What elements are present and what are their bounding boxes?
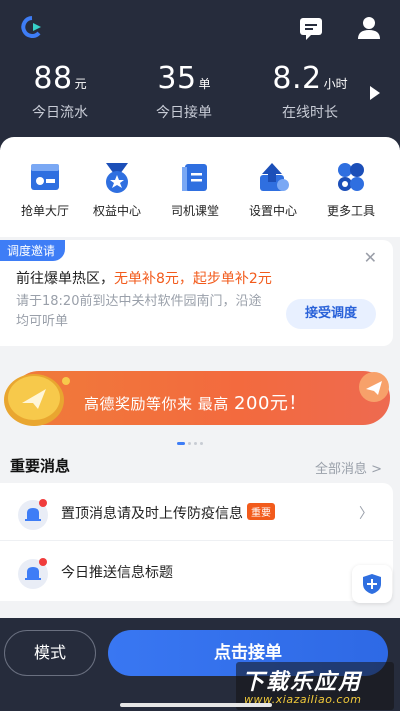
stat-value: 88 [33,61,73,96]
carousel-dot[interactable] [188,442,191,445]
dispatch-tag: 调度邀请 [0,240,66,261]
profile-icon[interactable] [356,15,382,41]
stat-label: 今日流水 [32,105,88,121]
menu-item-driver-class[interactable]: 司机课堂 [160,160,230,219]
dispatch-title-highlight: 无单补8元，起步单补2元 [114,271,272,287]
home-indicator[interactable] [120,703,272,707]
promo-banner[interactable]: 高德奖励等你来 最高 200元！ [0,365,400,435]
messages-card: 置顶消息请及时上传防疫信息 重要 〉 今日推送信息标题 [0,483,393,601]
message-title: 置顶消息请及时上传防疫信息 [61,506,243,522]
menu-label: 司机课堂 [170,204,219,218]
messages-section-title: 重要消息 [10,457,71,475]
dispatch-invite-card: 调度邀请 ✕ 前往爆单热区，无单补8元，起步单补2元 请于18:20前到达中关村… [0,240,393,346]
accept-dispatch-button[interactable]: 接受调度 [286,299,376,329]
banner-text: 高德奖励等你来 最高 200元！ [84,389,307,415]
menu-item-benefits[interactable]: 权益中心 [82,160,152,219]
medal-icon [106,163,128,193]
stat-orders[interactable]: 35 单 今日接单 [124,62,244,122]
book-icon [182,164,207,191]
message-title: 今日推送信息标题 [61,565,173,581]
menu-item-order-hall[interactable]: 抢单大厅 [10,160,80,219]
banner-amount: 200元！ [234,393,307,414]
stat-value: 35 [157,61,197,96]
close-icon[interactable]: ✕ [364,248,377,267]
carousel-dots [177,433,206,445]
menu-item-more-tools[interactable]: 更多工具 [316,160,386,219]
menu-item-settings[interactable]: 设置中心 [238,160,308,219]
menu-grid: 抢单大厅 权益中心 司机课堂 设置中心 更多工具 [0,160,400,220]
dispatch-title: 前往爆单热区，无单补8元，起步单补2元 [16,268,272,288]
paper-plane-icon [359,372,389,402]
stat-value: 8.2 [272,61,322,96]
safety-shield-button[interactable] [352,565,392,603]
all-messages-link[interactable]: 全部消息 > [315,458,382,477]
stats-row: 88 元 今日流水 35 单 今日接单 8.2 小时 在线时长 [0,62,400,122]
carousel-dot[interactable] [194,442,197,445]
upload-settings-icon [260,163,289,191]
menu-label: 权益中心 [92,204,141,218]
message-text: 今日推送信息标题 [61,562,173,582]
stat-income[interactable]: 88 元 今日流水 [0,62,120,122]
bell-icon [18,558,48,589]
message-item[interactable]: 置顶消息请及时上传防疫信息 重要 〉 [0,483,393,541]
header: 88 元 今日流水 35 单 今日接单 8.2 小时 在线时长 [0,0,400,150]
carousel-dot[interactable] [200,442,203,445]
stat-online-time[interactable]: 8.2 小时 在线时长 [250,62,370,122]
menu-label: 更多工具 [326,204,375,218]
mode-button[interactable]: 模式 [4,630,96,676]
order-hall-icon [31,164,59,190]
shield-plus-icon [363,574,381,594]
dispatch-description: 请于18:20前到达中关村软件园南门，沿途均可听单 [16,294,262,329]
stat-unit: 元 [74,77,87,91]
app-logo-icon [21,16,41,38]
bell-icon [18,499,48,530]
stat-unit: 单 [198,77,211,91]
play-arrow-icon[interactable] [370,86,380,100]
banner-text-main: 高德奖励等你来 最高 [84,395,235,413]
stat-label: 今日接单 [156,105,212,121]
stat-label: 在线时长 [282,105,338,121]
carousel-dot-active[interactable] [177,442,185,445]
tools-icon [338,163,364,191]
menu-label: 设置中心 [248,204,297,218]
bottom-bar: 模式 点击接单 下载乐应用 www.xiazaiIiao.com [0,618,400,711]
menu-label: 抢单大厅 [20,204,69,218]
message-icon[interactable] [298,15,324,41]
important-badge: 重要 [247,503,275,520]
coin-icon [4,374,70,426]
chevron-right-icon: 〉 [359,506,373,522]
watermark-title: 下载乐应用 [242,670,363,695]
stat-unit: 小时 [323,77,348,91]
dispatch-title-prefix: 前往爆单热区， [16,271,114,287]
message-text: 置顶消息请及时上传防疫信息 重要 [61,503,275,523]
message-item[interactable]: 今日推送信息标题 [0,542,393,600]
